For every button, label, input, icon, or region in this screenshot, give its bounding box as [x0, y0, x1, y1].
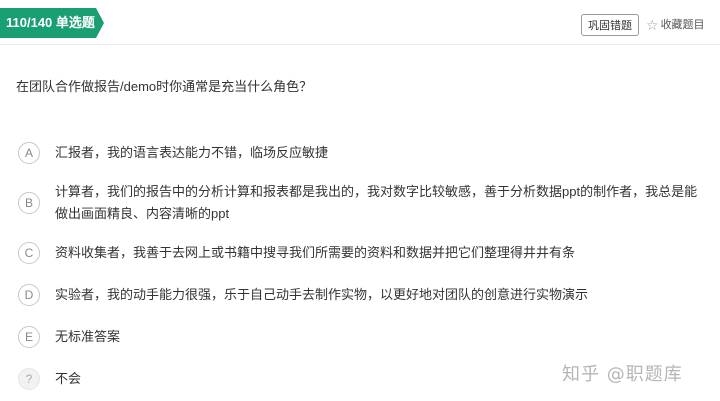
- favorite-label: 收藏题目: [660, 19, 705, 31]
- option-a-circle: A: [18, 142, 40, 164]
- watermark: 知乎 @职题库: [562, 364, 683, 385]
- option-d[interactable]: D 实验者，我的动手能力很强，乐于自己动手去制作实物，以更好地对团队的创意进行实…: [18, 284, 708, 306]
- option-d-text: 实验者，我的动手能力很强，乐于自己动手去制作实物，以更好地对团队的创意进行实物演…: [55, 287, 589, 302]
- question-mark-icon: ?: [18, 368, 40, 390]
- option-c-text: 资料收集者，我善于去网上或书籍中搜寻我们所需要的资料和数据并把它们整理得井井有条: [55, 245, 576, 260]
- question-type-badge: 110/140 单选题: [0, 8, 104, 38]
- option-e-circle: E: [18, 326, 40, 348]
- option-e[interactable]: E 无标准答案: [18, 326, 708, 348]
- option-unknown-text: 不会: [55, 371, 82, 386]
- star-outline-icon: ☆: [646, 17, 659, 33]
- option-a[interactable]: A 汇报者，我的语言表达能力不错，临场反应敏捷: [18, 142, 708, 164]
- question-text: 在团队合作做报告/demo时你通常是充当什么角色？: [16, 79, 313, 94]
- option-b[interactable]: B 计算者，我们的报告中的分析计算和报表都是我出的，我对数字比较敏感，善于分析数…: [18, 181, 708, 225]
- option-c-circle: C: [18, 242, 40, 264]
- option-a-text: 汇报者，我的语言表达能力不错，临场反应敏捷: [55, 145, 329, 160]
- option-e-text: 无标准答案: [55, 329, 121, 344]
- header-divider: [0, 44, 720, 45]
- option-b-text: 计算者，我们的报告中的分析计算和报表都是我出的，我对数字比较敏感，善于分析数据p…: [55, 184, 698, 221]
- favorite-question-button[interactable]: ☆ 收藏题目: [646, 14, 705, 36]
- option-c[interactable]: C 资料收集者，我善于去网上或书籍中搜寻我们所需要的资料和数据并把它们整理得井井…: [18, 242, 708, 264]
- review-mistakes-button[interactable]: 巩固错题: [581, 14, 639, 36]
- option-b-circle: B: [18, 192, 40, 214]
- option-d-circle: D: [18, 284, 40, 306]
